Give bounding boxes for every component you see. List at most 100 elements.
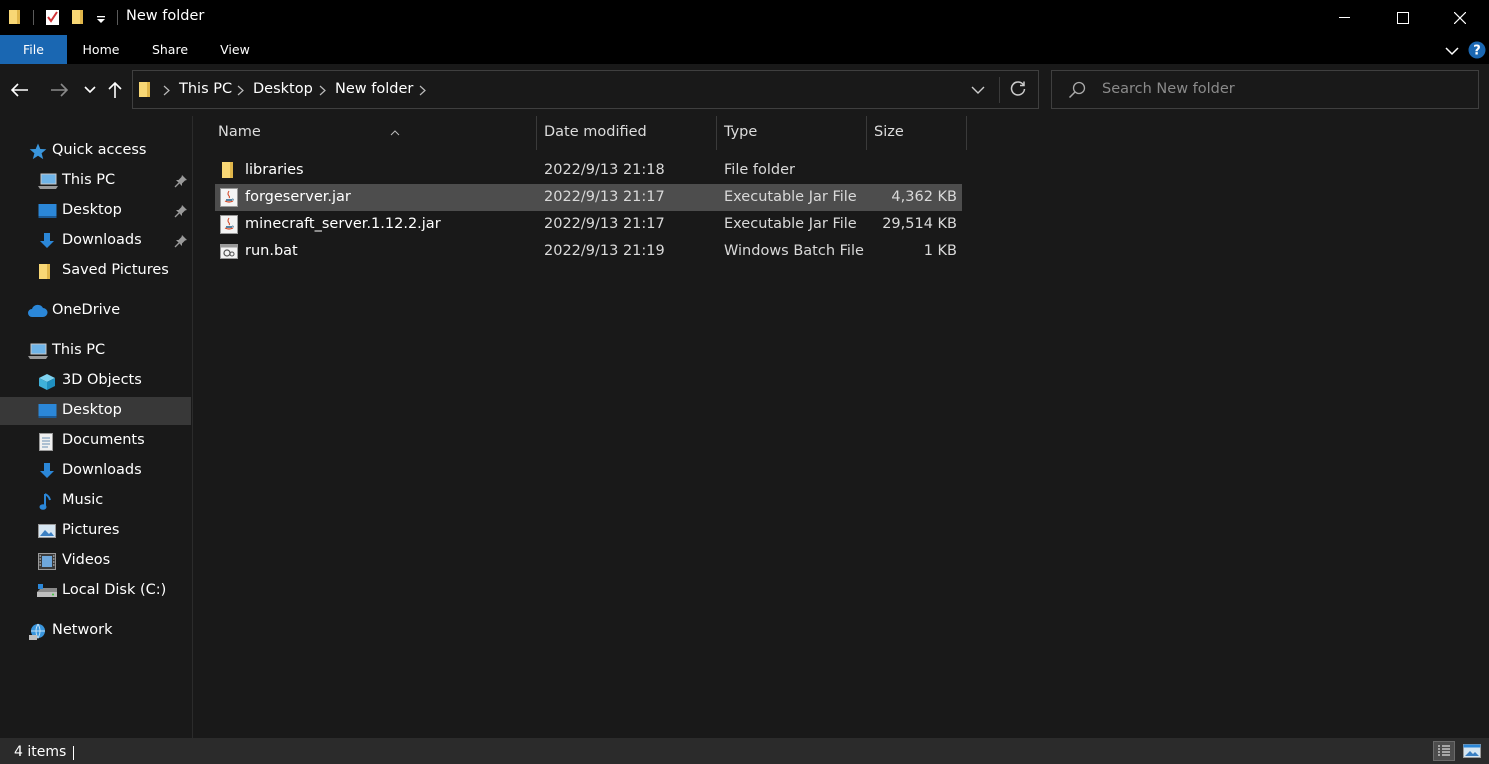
customize-toolbar-icon[interactable] [96, 13, 106, 29]
properties-icon[interactable] [45, 9, 61, 30]
sort-ascending-icon [390, 124, 400, 140]
network-icon [28, 623, 46, 640]
nav-onedrive[interactable]: OneDrive [0, 297, 191, 325]
nav-label: Saved Pictures [62, 262, 169, 278]
forward-button[interactable] [47, 78, 71, 102]
breadcrumb-desktop[interactable]: Desktop [253, 81, 313, 97]
column-header-size[interactable]: Size [867, 116, 967, 150]
nav-desktop[interactable]: Desktop [0, 397, 191, 425]
file-row[interactable]: minecraft_server.1.12.2.jar 2022/9/13 21… [215, 211, 962, 238]
nav-this-pc[interactable]: This PC [0, 337, 191, 365]
nav-label: Desktop [62, 402, 122, 418]
up-button[interactable] [103, 78, 127, 102]
nav-local-disk[interactable]: Local Disk (C:) [0, 577, 191, 605]
chevron-right-icon[interactable] [319, 84, 326, 100]
file-date: 2022/9/13 21:17 [544, 189, 665, 205]
minimize-button[interactable] [1316, 0, 1374, 35]
ribbon-tabs: File Home Share View ? [0, 35, 1489, 64]
nav-label: Desktop [62, 202, 122, 218]
pin-icon[interactable] [174, 204, 188, 222]
nav-documents[interactable]: Documents [0, 427, 191, 455]
breadcrumb-new-folder[interactable]: New folder [335, 81, 413, 97]
recent-locations-button[interactable] [78, 78, 102, 102]
address-history-dropdown-icon[interactable] [971, 83, 985, 99]
search-box[interactable]: Search New folder [1051, 70, 1479, 109]
cube-icon [38, 373, 56, 390]
column-separator[interactable] [966, 116, 967, 150]
file-name: libraries [245, 162, 304, 178]
nav-downloads[interactable]: Downloads [0, 457, 191, 485]
hard-drive-icon [36, 583, 57, 599]
tab-home[interactable]: Home [73, 35, 129, 64]
star-icon [29, 143, 47, 160]
tab-view[interactable]: View [210, 35, 260, 64]
file-size: 1 KB [923, 243, 957, 259]
nav-qa-downloads[interactable]: Downloads [0, 227, 191, 255]
file-type: Executable Jar File [724, 216, 857, 232]
details-view-button[interactable] [1433, 741, 1455, 761]
file-row[interactable]: forgeserver.jar 2022/9/13 21:17 Executab… [215, 184, 962, 211]
new-folder-icon[interactable] [71, 9, 85, 29]
nav-music[interactable]: Music [0, 487, 191, 515]
file-type: File folder [724, 162, 795, 178]
tab-share[interactable]: Share [142, 35, 198, 64]
chevron-right-icon[interactable] [163, 84, 170, 100]
file-row[interactable]: run.bat 2022/9/13 21:19 Windows Batch Fi… [215, 238, 962, 265]
document-icon [38, 433, 56, 451]
nav-label: Videos [62, 552, 111, 568]
close-button[interactable] [1431, 0, 1489, 35]
address-bar[interactable]: This PC Desktop New folder [132, 70, 1039, 109]
chevron-right-icon[interactable] [419, 84, 426, 100]
nav-label: Pictures [62, 522, 120, 538]
nav-videos[interactable]: Videos [0, 547, 191, 575]
folder-icon [38, 263, 56, 279]
music-note-icon [38, 493, 56, 510]
pin-icon[interactable] [174, 234, 188, 252]
nav-label: Music [62, 492, 104, 508]
nav-label: 3D Objects [62, 372, 142, 388]
desktop-icon [38, 403, 57, 419]
column-header-type[interactable]: Type [717, 116, 866, 150]
search-input[interactable]: Search New folder [1102, 81, 1235, 97]
nav-network[interactable]: Network [0, 617, 191, 645]
nav-qa-this-pc[interactable]: This PC [0, 167, 191, 195]
toolbar-separator [117, 10, 118, 25]
nav-label: Downloads [62, 462, 142, 478]
java-jar-icon [220, 215, 238, 234]
folder-icon [138, 81, 152, 102]
file-date: 2022/9/13 21:19 [544, 243, 665, 259]
nav-pictures[interactable]: Pictures [0, 517, 191, 545]
expand-ribbon-icon[interactable] [1445, 44, 1459, 60]
desktop-icon [38, 203, 57, 219]
back-button[interactable] [8, 78, 32, 102]
breadcrumb-this-pc[interactable]: This PC [179, 81, 232, 97]
chevron-right-icon[interactable] [237, 84, 244, 100]
batch-file-icon [220, 242, 238, 261]
large-icons-view-button[interactable] [1461, 741, 1483, 761]
file-row[interactable]: libraries 2022/9/13 21:18 File folder [215, 157, 962, 184]
item-count: 4 items [14, 744, 67, 760]
column-header-date[interactable]: Date modified [537, 116, 717, 150]
column-header-name[interactable]: Name [215, 116, 537, 150]
folder-app-icon [8, 9, 22, 29]
nav-3d-objects[interactable]: 3D Objects [0, 367, 191, 395]
status-bar: 4 items [0, 738, 1489, 764]
computer-icon [28, 343, 48, 359]
help-icon[interactable]: ? [1468, 41, 1486, 63]
file-type: Executable Jar File [724, 189, 857, 205]
nav-qa-desktop[interactable]: Desktop [0, 197, 191, 225]
maximize-button[interactable] [1374, 0, 1432, 35]
folder-icon [220, 161, 238, 180]
file-date: 2022/9/13 21:18 [544, 162, 665, 178]
nav-label: Local Disk (C:) [62, 582, 167, 598]
nav-quick-access[interactable]: Quick access [0, 137, 191, 165]
pin-icon[interactable] [174, 174, 188, 192]
refresh-icon[interactable] [1009, 80, 1027, 102]
column-header-label: Date modified [544, 124, 647, 140]
nav-qa-saved-pictures[interactable]: Saved Pictures [0, 257, 191, 285]
column-header-label: Size [874, 124, 904, 140]
nav-label: Downloads [62, 232, 142, 248]
column-header-label: Type [724, 124, 758, 140]
tab-file[interactable]: File [0, 35, 67, 64]
file-name: run.bat [245, 243, 298, 259]
